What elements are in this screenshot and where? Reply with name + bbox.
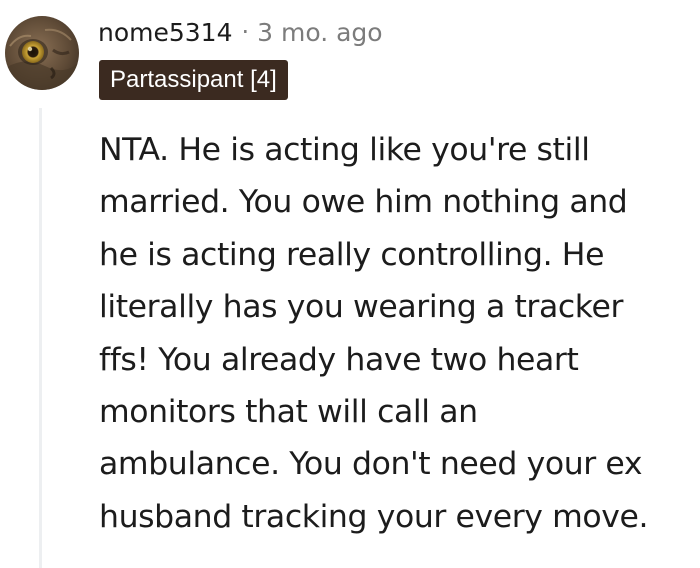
thread-collapse-line[interactable] [39,108,42,568]
owl-avatar-icon [5,16,79,90]
comment-body-line: literally has you wearing a tracker [99,289,624,326]
comment-meta: nome5314 · 3 mo. ago [98,12,383,52]
user-flair-badge: Partassipant [4] [99,60,288,100]
comment-timestamp[interactable]: 3 mo. ago [257,18,382,47]
comment-body-line: NTA. He is acting like you're still [99,132,590,168]
meta-separator: · [241,18,250,46]
comment-body-line: husband tracking your every move. [99,498,649,535]
comment-body: NTA. He is acting like you're still marr… [99,124,699,543]
comment-body-line: married. You owe him nothing and [99,184,628,221]
comment-body-line: ffs! You already have two heart [99,341,579,378]
comment-body-line: ambulance. You don't need your ex [99,446,643,483]
avatar[interactable] [5,16,79,90]
comment-body-line: monitors that will call an [99,394,478,431]
comment-body-line: he is acting really controlling. He [99,236,605,273]
username-link[interactable]: nome5314 [98,18,233,47]
